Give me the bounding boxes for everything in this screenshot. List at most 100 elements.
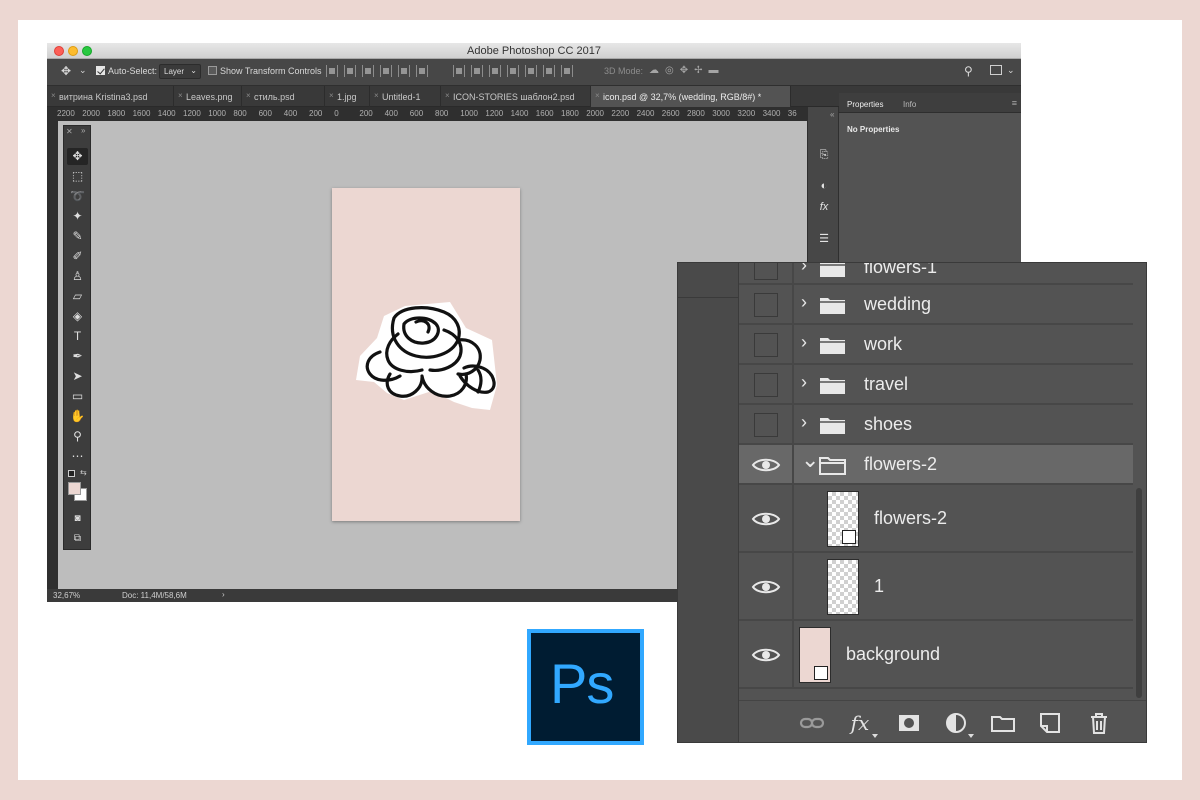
foreground-color-swatch[interactable] — [68, 482, 81, 495]
marquee-tool-button[interactable]: ⬚ — [67, 168, 88, 185]
type-tool-button[interactable]: T — [67, 328, 88, 345]
layer-name[interactable]: flowers-2 — [874, 508, 947, 529]
document-tab[interactable]: × icon.psd @ 32,7% (wedding, RGB/8#) * — [591, 86, 791, 107]
align-left-icon[interactable] — [380, 65, 392, 77]
layer-name[interactable]: work — [864, 334, 902, 355]
zoom-tool-button[interactable]: ⚲ — [67, 428, 88, 445]
distribute-right-icon[interactable] — [543, 65, 555, 77]
close-tab-icon[interactable]: × — [595, 91, 600, 100]
link-icon[interactable] — [799, 711, 825, 735]
close-tab-icon[interactable]: × — [445, 91, 450, 100]
folder-icon[interactable] — [990, 711, 1016, 735]
distribute-vcenter-icon[interactable] — [471, 65, 483, 77]
visibility-toggle[interactable] — [754, 373, 778, 397]
document-tab[interactable]: × стиль.psd — [242, 86, 325, 107]
pen-tool-button[interactable]: ✒ — [67, 348, 88, 365]
distribute-bottom-icon[interactable] — [489, 65, 501, 77]
document-tab[interactable]: × Leaves.png — [174, 86, 242, 107]
layer-comps-icon[interactable]: ☰ — [816, 232, 832, 246]
layer-row[interactable]: background — [739, 621, 1133, 689]
workspace-chevron-icon[interactable]: ⌄ — [1007, 65, 1015, 76]
layer-name[interactable]: travel — [864, 374, 908, 395]
screen-mode-button[interactable]: ⧉ — [67, 530, 88, 547]
toolbox-close-icon[interactable]: ✕ — [66, 127, 73, 136]
artboard[interactable] — [332, 188, 520, 521]
auto-align-icon[interactable] — [561, 65, 573, 77]
quick-mask-button[interactable]: ◙ — [67, 510, 88, 527]
close-tab-icon[interactable]: × — [178, 91, 183, 100]
stamp-tool-button[interactable]: ♙ — [67, 268, 88, 285]
path-select-tool-button[interactable]: ➤ — [67, 368, 88, 385]
adjustments-panel-icon[interactable]: ◐ — [816, 180, 832, 194]
layer-row[interactable]: › shoes — [739, 405, 1133, 445]
panel-menu-icon[interactable]: ≡ — [1012, 98, 1017, 108]
document-tab[interactable]: × ICON-STORIES шаблон2.psd — [441, 86, 591, 107]
visibility-eye-icon[interactable] — [749, 575, 783, 599]
hand-tool-button[interactable]: ✋ — [67, 408, 88, 425]
layer-row[interactable]: › travel — [739, 365, 1133, 405]
visibility-toggle[interactable] — [754, 333, 778, 357]
align-bottom-icon[interactable] — [362, 65, 374, 77]
distribute-buttons[interactable] — [453, 65, 573, 77]
fx-dropdown-icon[interactable] — [872, 734, 878, 738]
chevron-down-icon[interactable]: ⌄ — [801, 447, 819, 473]
layer-name[interactable]: wedding — [864, 294, 931, 315]
document-tab[interactable]: × витрина Kristina3.psd — [47, 86, 174, 107]
chevron-right-icon[interactable]: › — [801, 412, 807, 433]
distribute-left-icon[interactable] — [507, 65, 519, 77]
show-transform-checkbox[interactable]: Show Transform Controls — [208, 66, 322, 76]
chevron-right-icon[interactable]: › — [801, 263, 807, 276]
visibility-toggle[interactable] — [754, 413, 778, 437]
close-tab-icon[interactable]: × — [51, 91, 56, 100]
rectangle-tool-button[interactable]: ▭ — [67, 388, 88, 405]
3d-mode-icons[interactable]: ☁◎✥✢▬ — [649, 65, 724, 76]
visibility-eye-icon[interactable] — [749, 643, 783, 667]
adjustment-icon[interactable] — [943, 711, 969, 735]
chevron-right-icon[interactable]: › — [801, 332, 807, 353]
auto-select-checkbox[interactable]: Auto-Select: — [96, 66, 157, 76]
brush-tool-button[interactable]: ✐ — [67, 248, 88, 265]
status-menu-arrow[interactable]: › — [222, 590, 225, 599]
align-top-icon[interactable] — [326, 65, 338, 77]
layer-name[interactable]: flowers-2 — [864, 454, 937, 475]
layer-row[interactable]: › work — [739, 325, 1133, 365]
distribute-hcenter-icon[interactable] — [525, 65, 537, 77]
layer-row[interactable]: 1 — [739, 553, 1133, 621]
document-tab[interactable]: × Untitled-1 — [370, 86, 441, 107]
distribute-top-icon[interactable] — [453, 65, 465, 77]
magic-wand-tool-button[interactable]: ✦ — [67, 208, 88, 225]
paint-bucket-tool-button[interactable]: ◈ — [67, 308, 88, 325]
layer-row[interactable]: › flowers-1 — [739, 263, 1133, 285]
layers-scrollbar[interactable] — [1136, 488, 1142, 698]
layer-row[interactable]: › wedding — [739, 285, 1133, 325]
tab-info[interactable]: Info — [903, 100, 916, 109]
styles-panel-icon[interactable]: fx — [816, 201, 832, 215]
mask-icon[interactable] — [896, 711, 922, 735]
history-panel-icon[interactable]: ⎘ — [816, 149, 832, 163]
strip-collapse-icon[interactable]: « — [830, 110, 834, 119]
chevron-right-icon[interactable]: › — [801, 292, 807, 313]
close-tab-icon[interactable]: × — [246, 91, 251, 100]
search-icon[interactable]: ⚲ — [964, 64, 973, 78]
visibility-eye-icon[interactable] — [749, 453, 783, 477]
fx-icon[interactable]: fx — [847, 711, 873, 735]
close-tab-icon[interactable]: × — [374, 91, 379, 100]
visibility-toggle[interactable] — [754, 263, 778, 280]
layer-row[interactable]: ⌄ flowers-2 — [739, 445, 1133, 485]
move-tool-button[interactable]: ✥ — [67, 148, 88, 165]
document-tab[interactable]: × 1.jpg — [325, 86, 370, 107]
move-tool-icon[interactable]: ✥ — [61, 64, 71, 78]
default-colors-icon[interactable] — [68, 470, 75, 477]
more-tools-button[interactable]: ⋯ — [67, 448, 88, 465]
align-right-icon[interactable] — [416, 65, 428, 77]
align-buttons[interactable] — [326, 65, 428, 77]
align-vcenter-icon[interactable] — [344, 65, 356, 77]
eyedropper-tool-button[interactable]: ✎ — [67, 228, 88, 245]
tool-preset-chevron-icon[interactable]: ⌄ — [79, 65, 87, 76]
layer-name[interactable]: flowers-1 — [864, 263, 937, 278]
toolbox-collapse-icon[interactable]: » — [81, 126, 85, 135]
layer-name[interactable]: 1 — [874, 576, 884, 597]
trash-icon[interactable] — [1086, 711, 1112, 735]
visibility-eye-icon[interactable] — [749, 507, 783, 531]
auto-select-dropdown[interactable]: Layer ⌄ — [159, 64, 201, 79]
